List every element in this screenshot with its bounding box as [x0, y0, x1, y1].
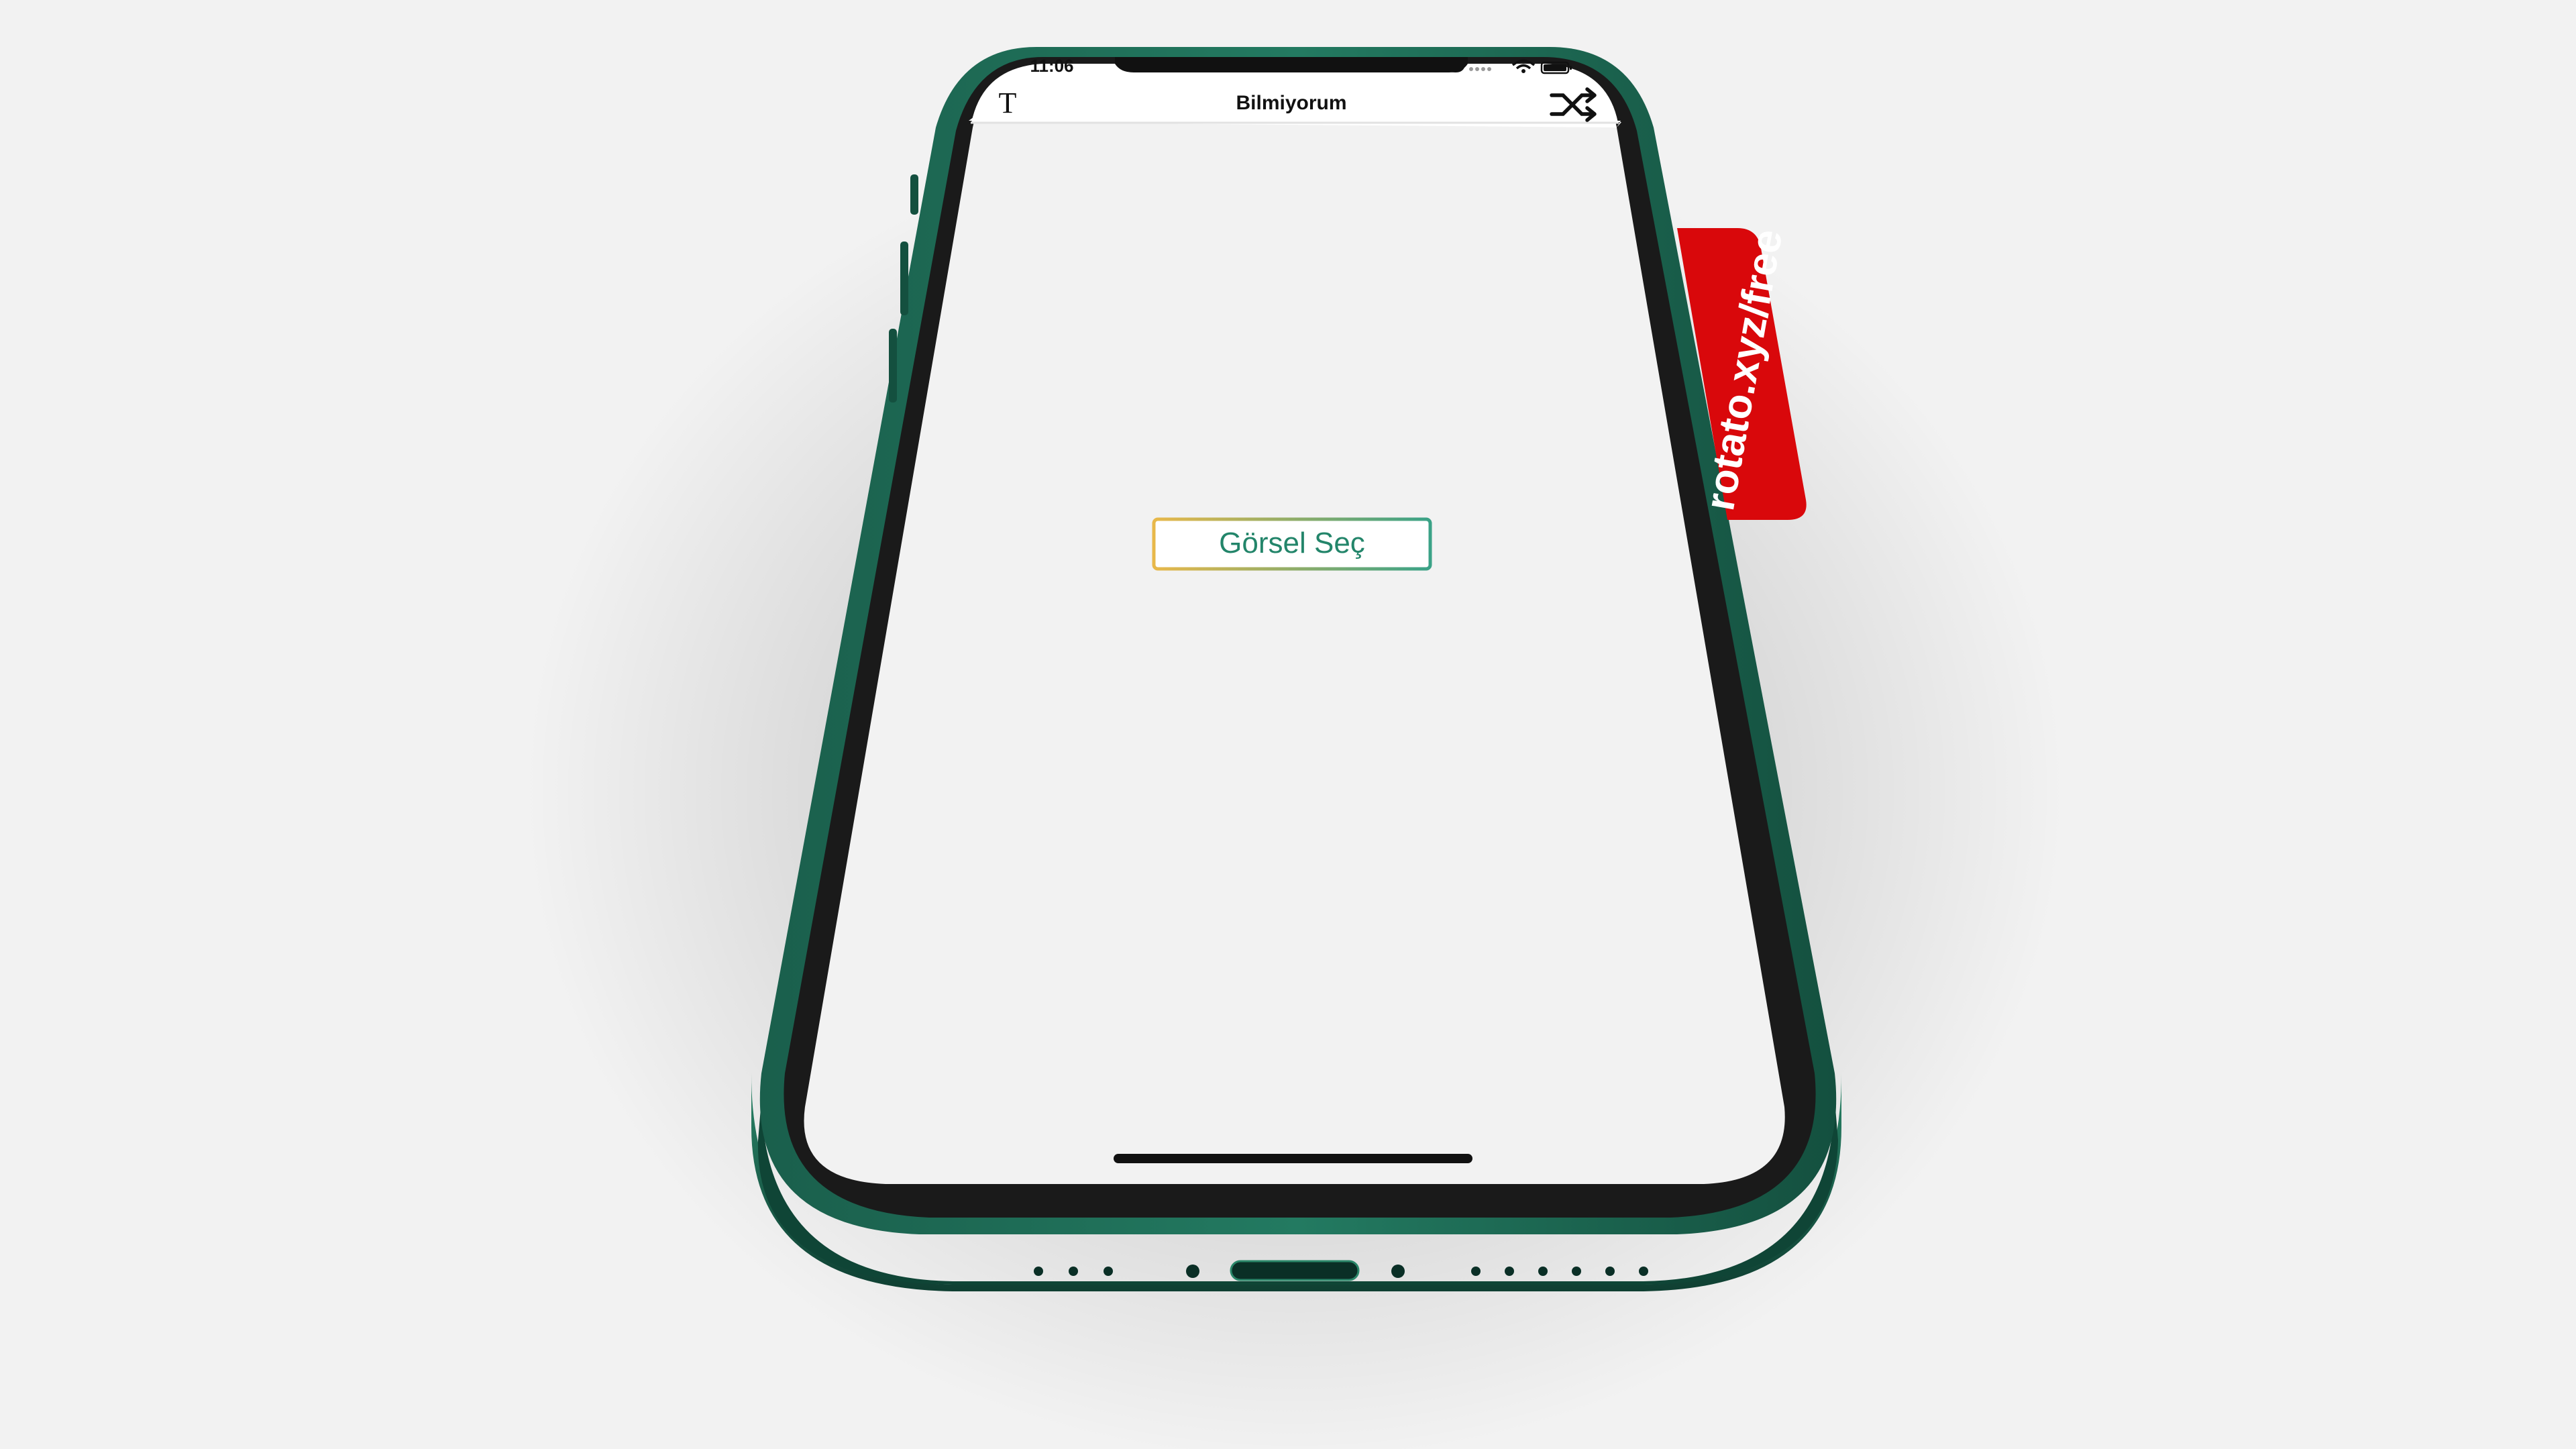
text-format-icon[interactable]: T: [999, 87, 1017, 119]
side-button-volume-down: [889, 329, 897, 402]
screw-left: [1186, 1265, 1199, 1278]
notch-shape: [1115, 57, 1468, 72]
select-image-button-label: Görsel Seç: [1219, 527, 1365, 559]
side-button-volume-up: [900, 241, 908, 315]
mockup-stage: 11:06 T Bilmiyorum Görsel Seç rotato.xyz…: [0, 0, 2576, 1449]
phone-mockup: 11:06 T Bilmiyorum Görsel Seç rotato.xyz…: [523, 47, 2066, 1449]
status-time: 11:06: [1030, 56, 1073, 76]
screw-right: [1391, 1265, 1405, 1278]
side-button-silent: [910, 174, 918, 215]
home-indicator[interactable]: [1114, 1154, 1472, 1163]
page-title: Bilmiyorum: [1236, 92, 1346, 114]
select-image-button[interactable]: Görsel Seç: [1152, 517, 1432, 571]
text-format-glyph: T: [999, 87, 1017, 119]
lightning-port: [1230, 1260, 1360, 1281]
